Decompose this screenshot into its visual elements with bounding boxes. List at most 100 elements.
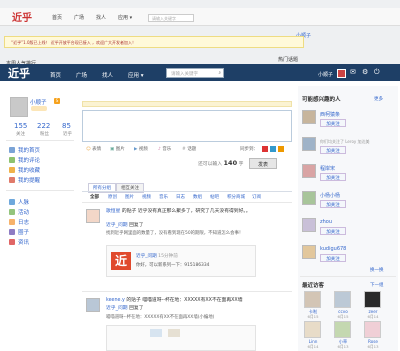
filter-store[interactable]: 积分商城 (227, 194, 245, 200)
background-nav-home[interactable]: 首页 (52, 14, 62, 21)
follow-button[interactable]: 加关注 (320, 254, 346, 262)
nav-square[interactable]: 广场 (76, 71, 87, 79)
stat-posts-label: 近乎 (63, 132, 72, 137)
visitor-avatar[interactable] (304, 291, 321, 308)
feed-avatar[interactable] (86, 209, 100, 223)
feed-item-1-line: 歌恒星 的贴子 近乎没有真正那么聚多了，研究了几天没有得到好。。 (106, 209, 251, 214)
feed-user[interactable]: 歌恒星 (106, 209, 120, 214)
publish-button[interactable]: 发表 (249, 158, 277, 169)
envelope-icon[interactable]: ✉ (350, 68, 356, 76)
feed-card-2[interactable] (106, 325, 256, 351)
tool-emoji[interactable]: ☺ 表情 (86, 146, 101, 152)
background-nav-find[interactable]: 找人 (96, 14, 106, 21)
user-avatar[interactable] (10, 97, 28, 117)
filter-music[interactable]: 音乐 (159, 194, 168, 200)
menu-contacts[interactable]: 人脉 (18, 198, 29, 206)
filter-journal[interactable]: 日志 (176, 194, 185, 200)
menu-circles[interactable]: 圈子 (18, 228, 29, 236)
filter-original[interactable]: 原创 (108, 194, 117, 200)
suggest-avatar[interactable] (302, 110, 316, 124)
tool-topic[interactable]: # 话题 (182, 146, 196, 152)
filter-subscribe[interactable]: 订阅 (252, 194, 261, 200)
search-input[interactable]: 请输入关键字 ⌕ (166, 68, 224, 78)
filter-all[interactable]: 全部 (90, 194, 99, 200)
image-icon: ▣ (110, 147, 115, 152)
vip-badge: S (54, 98, 60, 104)
search-icon[interactable]: ⌕ (218, 70, 221, 76)
feed-avatar[interactable] (86, 298, 100, 312)
activity-icon (9, 209, 15, 215)
site-logo[interactable]: 近乎 (8, 65, 30, 81)
card-foot: 你好，可以新系列一下：915186334 (136, 263, 210, 268)
suggest-name[interactable]: 小杨小杨 (320, 192, 340, 199)
menu-activities[interactable]: 活动 (18, 208, 29, 216)
nav-apps[interactable]: 应用 ▾ (128, 71, 144, 79)
menu-my-home[interactable]: 我的首页 (18, 146, 40, 154)
stat-following-num[interactable]: 155 (14, 122, 27, 130)
feed-user[interactable]: keene.y (106, 298, 125, 303)
hash-icon: # (182, 147, 186, 152)
left-username[interactable]: 小顺子 (30, 98, 47, 106)
filter-videos[interactable]: 视频 (142, 194, 151, 200)
feed-sub-user[interactable]: 近乎_问期 (106, 223, 128, 228)
visitors-next[interactable]: 下一组 (370, 282, 384, 288)
menu-news[interactable]: 资讯 (18, 238, 29, 246)
header-username[interactable]: 小顺子 (318, 71, 333, 78)
filter-images[interactable]: 图片 (125, 194, 134, 200)
compose-textarea[interactable] (82, 110, 292, 142)
thumb-image[interactable] (168, 329, 180, 337)
visitor-avatar[interactable] (364, 321, 381, 338)
thumb-image[interactable] (150, 329, 162, 337)
suggest-name[interactable]: zhou (320, 219, 332, 225)
qq-icon[interactable] (270, 146, 276, 152)
tool-music[interactable]: ♪ 音乐 (158, 146, 171, 152)
visitor-avatar[interactable] (304, 321, 321, 338)
gear-icon[interactable]: ⚙ (362, 68, 368, 76)
visitor-avatar[interactable] (334, 291, 351, 308)
visitor-avatar[interactable] (364, 291, 381, 308)
nav-home[interactable]: 首页 (50, 71, 61, 79)
stat-fans-num[interactable]: 222 (37, 122, 50, 130)
background-nav-square[interactable]: 广场 (74, 14, 84, 21)
suggest-more[interactable]: 更多 (374, 96, 383, 102)
nav-find[interactable]: 找人 (102, 71, 113, 79)
follow-button[interactable]: 加关注 (320, 200, 346, 208)
stat-following-label: 关注 (16, 132, 25, 137)
weibo-icon[interactable] (262, 146, 268, 152)
background-nav-apps[interactable]: 应用 ▾ (118, 14, 132, 21)
menu-my-reminders[interactable]: 我的提醒 (18, 176, 40, 184)
suggest-avatar[interactable] (302, 164, 316, 178)
suggest-avatar[interactable] (302, 218, 316, 232)
home-icon (9, 147, 15, 153)
level-icon (31, 106, 47, 111)
follow-button[interactable]: 加关注 (320, 227, 346, 235)
filter-bar[interactable]: 帖吧 (210, 194, 219, 200)
feed-sub-user[interactable]: 近乎_问期 (106, 306, 128, 311)
menu-my-favorites[interactable]: 我的收藏 (18, 166, 40, 174)
power-icon[interactable]: ⏻ (374, 68, 380, 77)
char-counter: 还可以输入 140 字 (198, 159, 244, 167)
follow-button[interactable]: 加关注 (320, 146, 346, 154)
filter-divider (82, 202, 292, 203)
filter-arrays[interactable]: 数组 (193, 194, 202, 200)
background-search-input[interactable]: 请输入关键字 (148, 14, 194, 22)
renren-icon[interactable] (278, 146, 284, 152)
tool-video[interactable]: ▶ 视频 (134, 146, 148, 152)
tool-image[interactable]: ▣ 图片 (110, 146, 125, 152)
suggest-avatar[interactable] (302, 191, 316, 205)
suggest-name[interactable]: kudigu678 (320, 246, 346, 252)
suggest-name[interactable]: 西柯猿条 (320, 111, 340, 118)
stat-posts-num[interactable]: 85 (62, 122, 71, 130)
menu-my-comments[interactable]: 我的评论 (18, 156, 40, 164)
visitor-date: 6月15 (307, 314, 319, 319)
header-avatar[interactable] (337, 69, 346, 78)
follow-button[interactable]: 加关注 (320, 173, 346, 181)
follow-button[interactable]: 加关注 (320, 119, 346, 127)
stat-fans-label: 粉丝 (40, 132, 49, 137)
suggest-name[interactable]: 程岸宋 (320, 165, 335, 172)
refresh-link[interactable]: 换一换 (370, 267, 384, 273)
visitor-avatar[interactable] (334, 321, 351, 338)
suggest-avatar[interactable] (302, 245, 316, 259)
menu-journal[interactable]: 日志 (18, 218, 29, 226)
suggest-avatar[interactable] (302, 137, 316, 151)
